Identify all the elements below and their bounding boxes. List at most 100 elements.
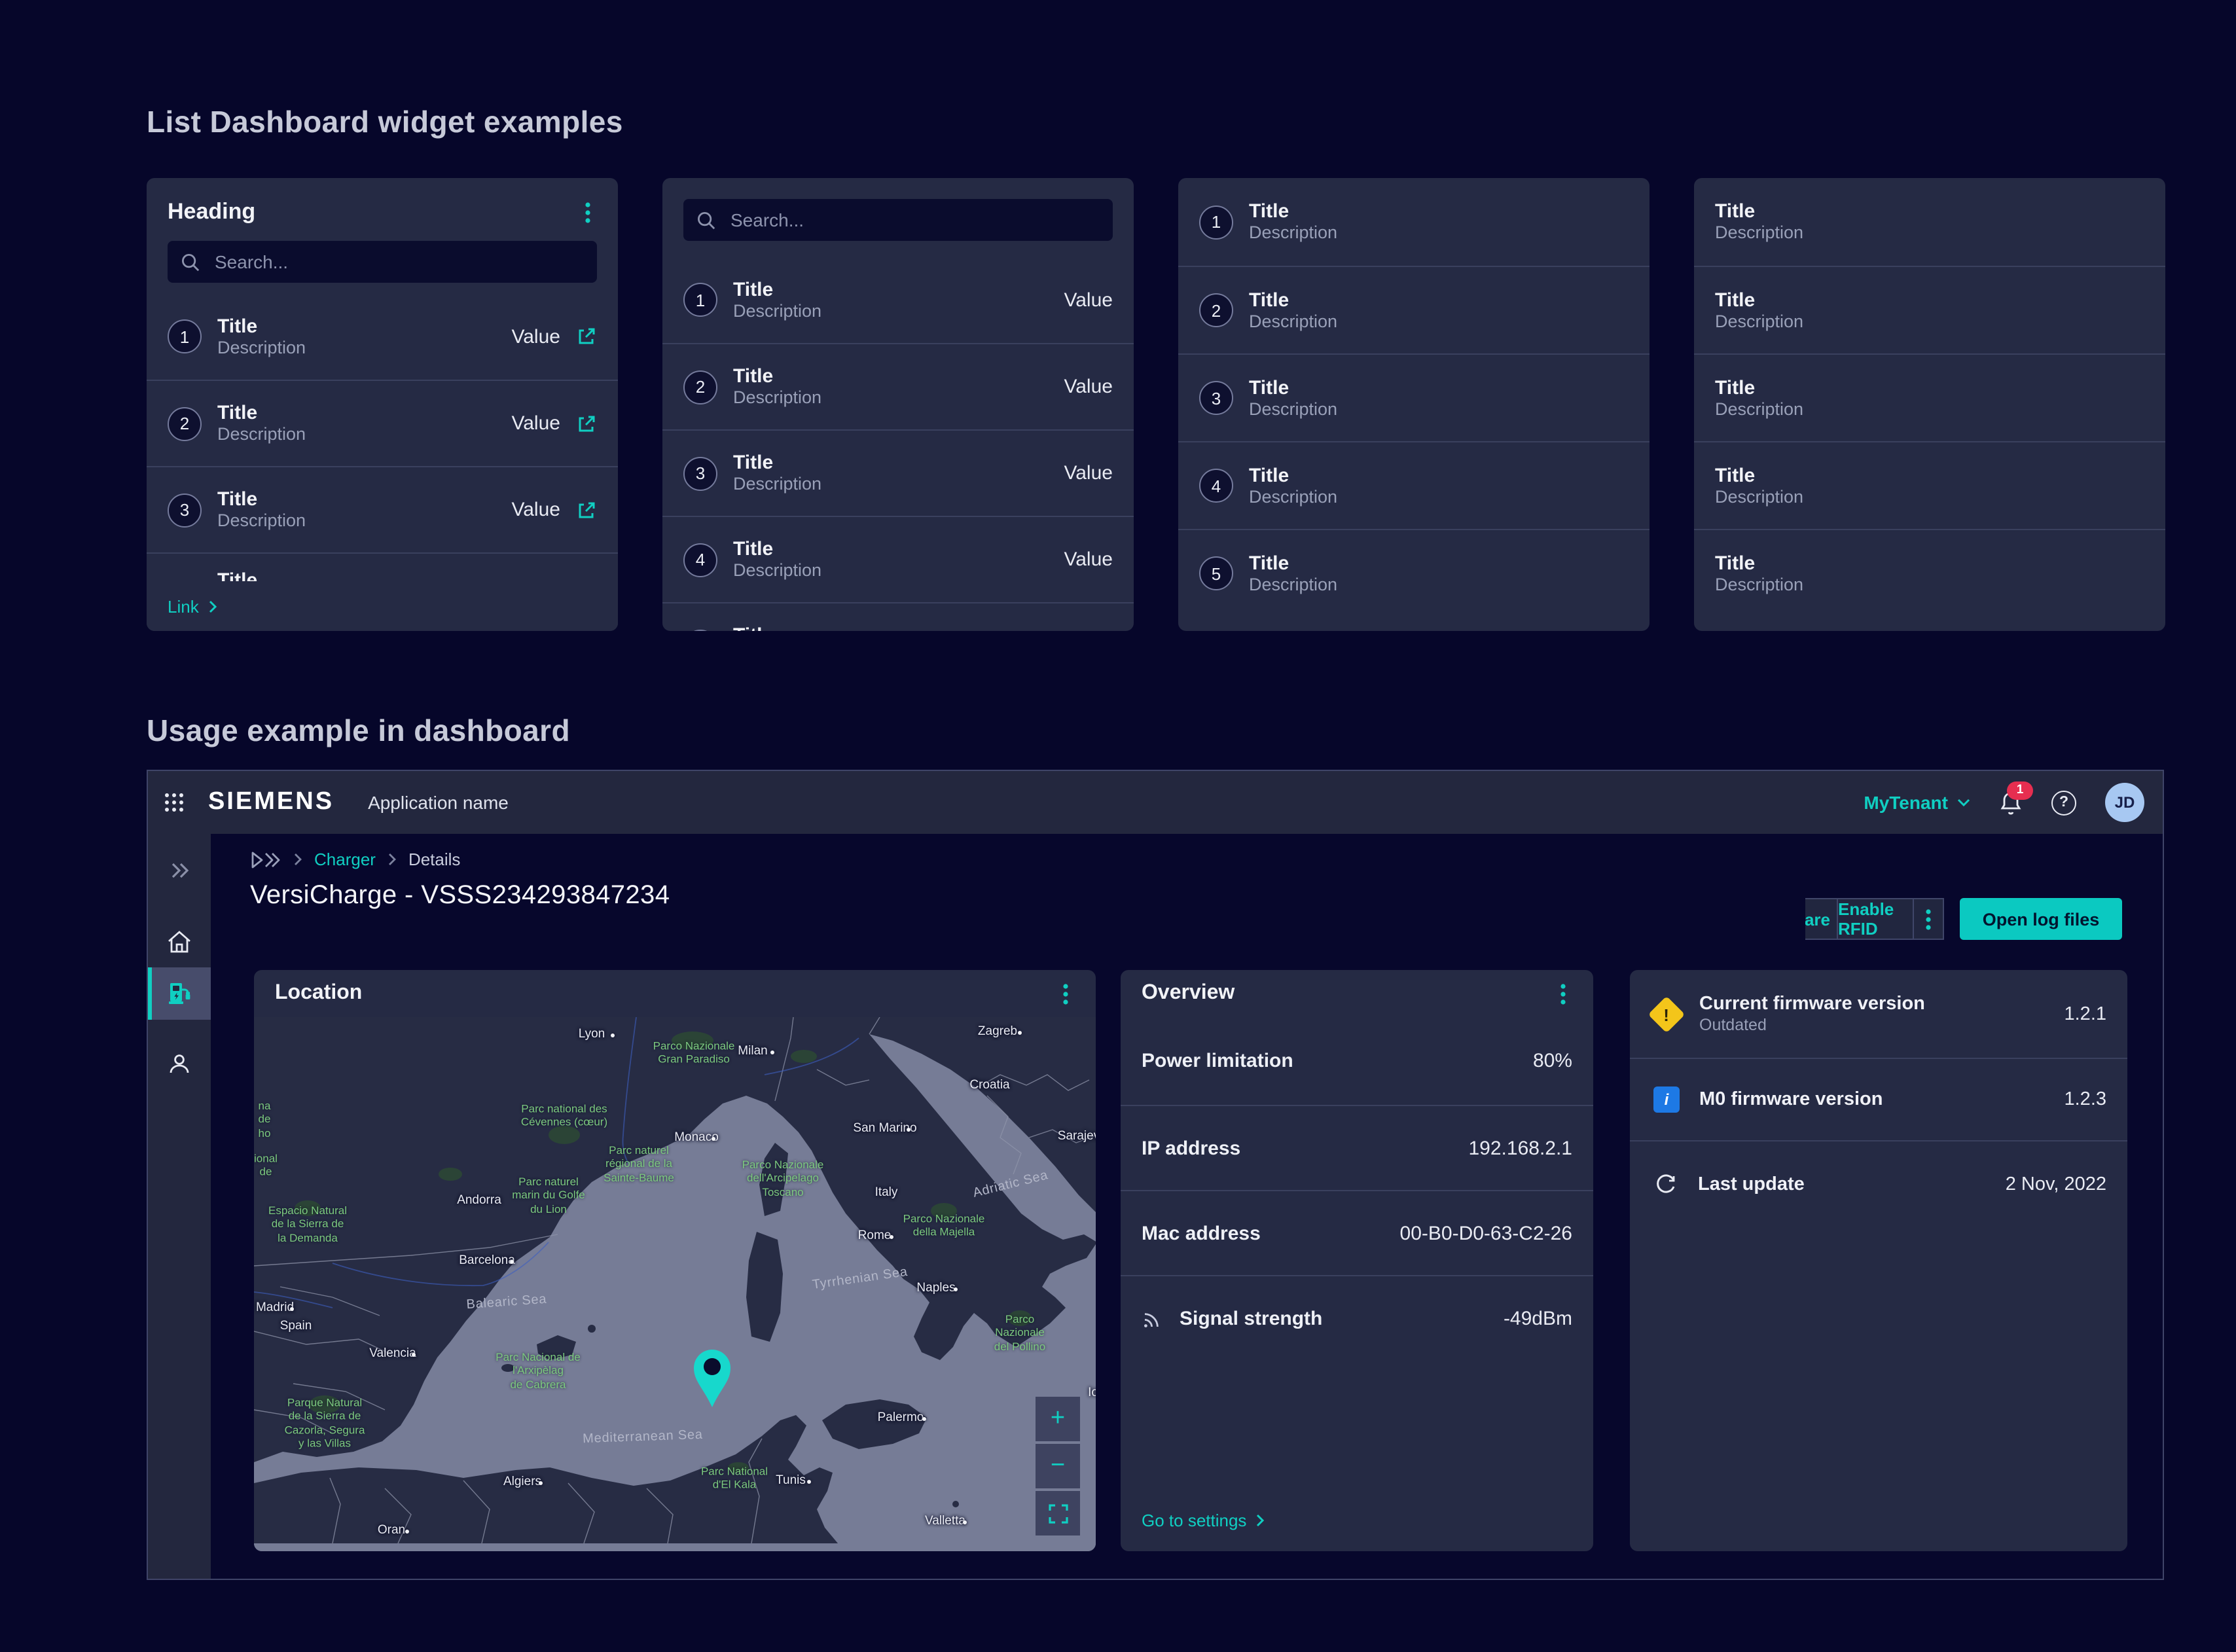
list-item[interactable]: TitleDescription: [1694, 353, 2165, 441]
map-park-label: Parc national des Cévennes (cœur): [521, 1102, 607, 1128]
item-description: Description: [1715, 311, 2144, 332]
list-item[interactable]: TitleDescription: [1694, 529, 2165, 617]
fullscreen-button[interactable]: [1036, 1491, 1080, 1535]
go-to-settings-link[interactable]: Go to settings: [1142, 1511, 1265, 1530]
item-title: Title: [733, 452, 1048, 474]
design-page: List Dashboard widget examples Heading 1…: [0, 0, 2236, 1652]
overview-value: 80%: [1533, 1050, 1572, 1072]
item-number-badge: 3: [683, 456, 717, 490]
item-title: Title: [217, 402, 496, 424]
item-number-badge: 5: [683, 629, 717, 631]
list-item[interactable]: 4 TitleDescription Value: [662, 516, 1134, 602]
tenant-name: MyTenant: [1864, 792, 1948, 813]
external-link-icon[interactable]: [576, 499, 597, 520]
search-input[interactable]: [728, 208, 1100, 232]
double-chevron-right-icon: [170, 863, 189, 878]
item-description: Description: [217, 424, 496, 445]
list-item[interactable]: 1 TitleDescription: [1178, 178, 1650, 266]
map-city-label: Valencia: [369, 1346, 416, 1361]
kebab-menu-icon[interactable]: [1054, 982, 1077, 1005]
list-item[interactable]: 2 TitleDescription Value: [662, 343, 1134, 429]
status-value: 2 Nov, 2022: [2006, 1174, 2106, 1194]
item-description: Description: [1249, 486, 1629, 507]
widget-heading: Heading: [168, 199, 255, 225]
item-title: Title: [1715, 376, 2144, 399]
search-field[interactable]: [683, 199, 1113, 241]
sidebar-item-home[interactable]: [148, 915, 211, 967]
list-item-clipped[interactable]: 5 TitleDescription Value: [662, 602, 1134, 631]
item-value: Value: [1064, 376, 1113, 398]
item-title: Title: [1249, 376, 1629, 399]
clipped-firmware-button[interactable]: ware: [1805, 898, 1838, 940]
kebab-menu-icon: [1926, 908, 1931, 930]
map-city-dot: [922, 1417, 926, 1421]
enable-rfid-button[interactable]: Enable RFID: [1837, 898, 1914, 940]
map-city-dot: [890, 1235, 893, 1239]
chevron-down-icon: [1957, 799, 1970, 806]
item-title: Title: [1249, 289, 1629, 311]
map-park-label: Parco Nazionale dell'Arcipelago Toscano: [742, 1158, 824, 1198]
more-actions-button[interactable]: [1913, 898, 1944, 940]
kebab-menu-icon[interactable]: [1551, 982, 1575, 1005]
sidebar-expand-button[interactable]: [148, 844, 211, 897]
list-item[interactable]: 2 TitleDescription Value: [147, 380, 618, 466]
list-item[interactable]: 3 TitleDescription Value: [147, 466, 618, 552]
item-value: Value: [1064, 462, 1113, 484]
list-item[interactable]: 2 TitleDescription: [1178, 266, 1650, 353]
widgets-section-title: List Dashboard widget examples: [147, 105, 623, 140]
list-item[interactable]: TitleDescription: [1694, 178, 2165, 266]
question-icon: ?: [2051, 790, 2076, 815]
overview-value: 00-B0-D0-63-C2-26: [1400, 1222, 1572, 1244]
overview-label: IP address: [1142, 1137, 1240, 1159]
widget-link[interactable]: Link: [168, 596, 199, 616]
list-item[interactable]: 4 TitleDescription: [1178, 441, 1650, 529]
zoom-out-button[interactable]: −: [1036, 1444, 1080, 1488]
search-input[interactable]: [212, 250, 584, 274]
sidebar-item-user[interactable]: [148, 1038, 211, 1090]
map-city-label: Andorra: [457, 1193, 501, 1208]
ev-charger-icon: [165, 979, 194, 1008]
breadcrumb-item-charger[interactable]: Charger: [314, 850, 376, 869]
search-field[interactable]: [168, 241, 597, 283]
breadcrumb-root-icon[interactable]: [250, 850, 281, 869]
list-item[interactable]: 3 TitleDescription Value: [662, 429, 1134, 516]
map-canvas[interactable]: LyonMilanZagrebCroatiaSarajevMonacoSan M…: [254, 1017, 1096, 1551]
help-button[interactable]: ?: [2051, 790, 2076, 815]
item-number-badge: 2: [1199, 293, 1233, 327]
item-title: Title: [217, 315, 496, 337]
map-city-dot: [510, 1260, 514, 1264]
list-item[interactable]: 1 TitleDescription Value: [147, 293, 618, 380]
warning-icon: !: [1648, 996, 1686, 1033]
list-item[interactable]: TitleDescription: [1694, 266, 2165, 353]
zoom-in-button[interactable]: +: [1036, 1397, 1080, 1441]
app-switch-icon[interactable]: [164, 792, 185, 813]
status-row: ! Current firmware version Outdated 1.2.…: [1630, 970, 2127, 1058]
list-item[interactable]: 1 TitleDescription Value: [662, 257, 1134, 343]
widget-footer: Link: [147, 581, 618, 631]
item-value: Value: [511, 412, 560, 435]
map-park-label: Parc naturel marin du Golfe du Lion: [512, 1175, 585, 1215]
kebab-menu-icon[interactable]: [576, 200, 600, 224]
chevron-right-icon: [1255, 1513, 1265, 1528]
item-number-badge: 3: [1199, 381, 1233, 415]
avatar[interactable]: JD: [2105, 783, 2144, 822]
external-link-icon[interactable]: [576, 326, 597, 347]
status-label: M0 firmware version: [1699, 1089, 1883, 1110]
item-title: Title: [1249, 552, 1629, 574]
item-number-badge: 1: [168, 319, 202, 353]
item-title: Title: [1249, 464, 1629, 486]
item-description: Description: [1715, 486, 2144, 507]
overview-label: Signal strength: [1180, 1307, 1322, 1329]
item-title: Title: [1249, 200, 1629, 223]
map-city-label: Algiers: [503, 1475, 541, 1489]
list-item[interactable]: TitleDescription: [1694, 441, 2165, 529]
list-item[interactable]: 5 TitleDescription: [1178, 529, 1650, 617]
open-log-files-button[interactable]: Open log files: [1960, 898, 2122, 940]
map-labels-layer: LyonMilanZagrebCroatiaSarajevMonacoSan M…: [254, 1017, 1096, 1551]
sidebar-item-charger[interactable]: [148, 967, 211, 1020]
external-link-icon[interactable]: [576, 413, 597, 434]
overview-label: Mac address: [1142, 1222, 1261, 1244]
list-item[interactable]: 3 TitleDescription: [1178, 353, 1650, 441]
tenant-selector[interactable]: MyTenant: [1864, 792, 1970, 813]
notifications-button[interactable]: 1: [1999, 790, 2023, 815]
